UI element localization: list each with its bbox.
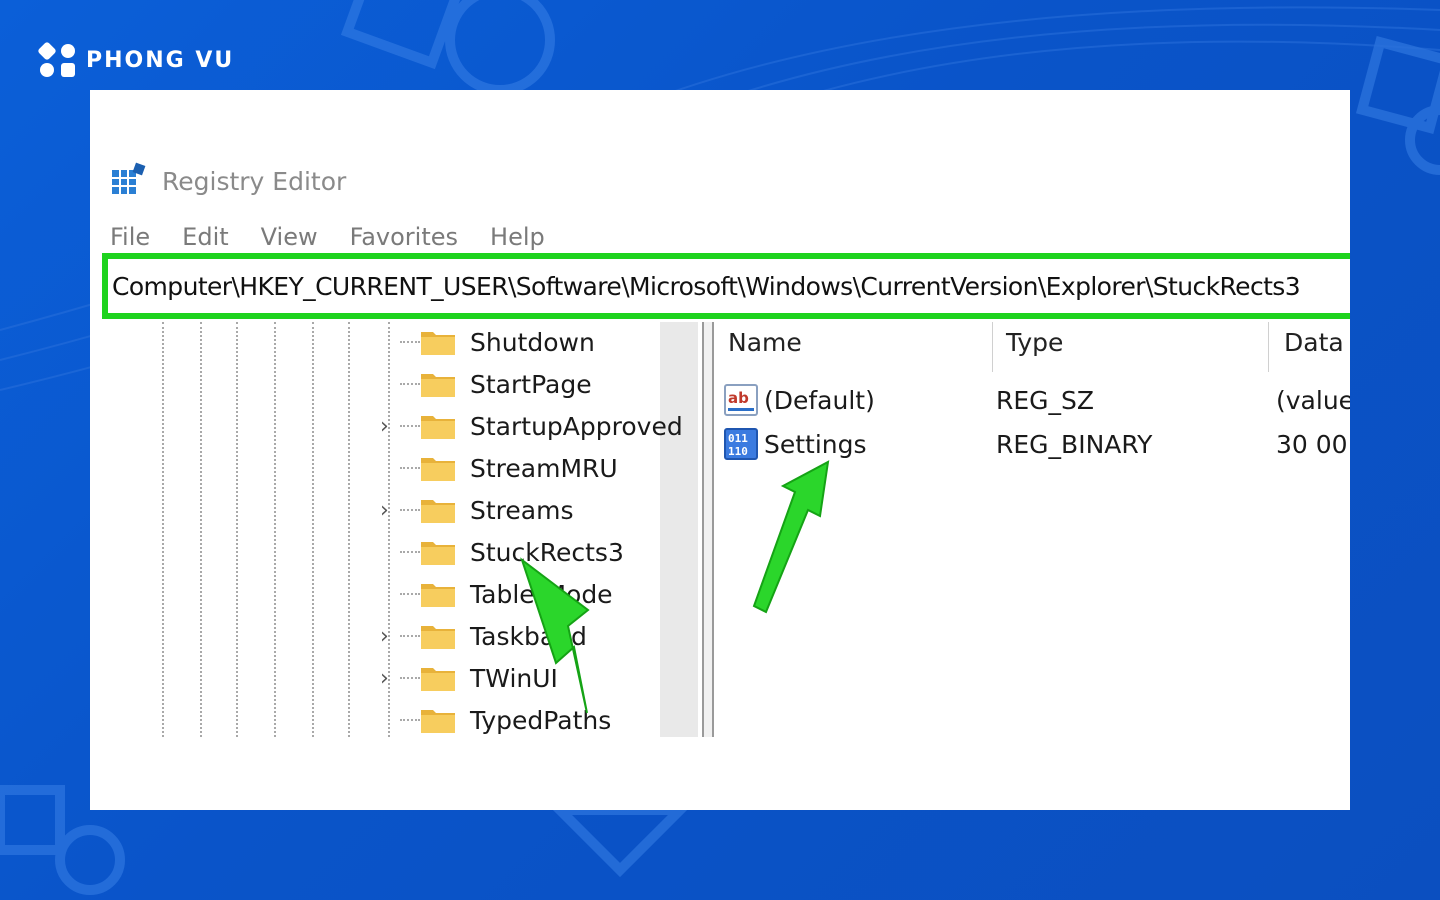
tree-connector	[400, 509, 420, 511]
menu-edit[interactable]: Edit	[182, 223, 228, 251]
binary-value-icon: 011 110	[724, 428, 758, 460]
menu-view[interactable]: View	[261, 223, 318, 251]
tree-guide-line	[162, 322, 164, 737]
chevron-right-icon[interactable]: ›	[380, 624, 400, 649]
window-title: Registry Editor	[162, 167, 347, 196]
key-tree-pane[interactable]: Shutdown StartPage › StartupApproved StreamM…	[90, 322, 700, 737]
menu-bar: File Edit View Favorites Help	[110, 223, 545, 251]
address-bar[interactable]: Computer\HKEY_CURRENT_USER\Software\Micr…	[102, 253, 1350, 319]
svg-text:110: 110	[728, 445, 748, 458]
brand-name: PHONG VU	[86, 47, 235, 73]
tree-connector	[400, 677, 420, 679]
tree-item-label: TWinUI	[470, 663, 558, 693]
tree-scrollbar[interactable]	[660, 322, 698, 737]
tree-guide-line	[274, 322, 276, 737]
chevron-right-icon[interactable]: ›	[380, 414, 400, 439]
value-type: REG_BINARY	[996, 429, 1153, 459]
folder-icon	[420, 580, 456, 608]
tree-item[interactable]: StreamMRU	[380, 448, 624, 488]
tree-connector	[400, 467, 420, 469]
window-title-bar: Registry Editor	[110, 162, 346, 201]
tree-item-label: Taskband	[470, 621, 587, 651]
tree-item-label: TypedPaths	[470, 705, 612, 735]
svg-text:ab: ab	[728, 389, 749, 407]
chevron-right-icon[interactable]: ›	[380, 666, 400, 691]
values-pane[interactable]: Name Type Data ab (Default) REG_SZ (valu…	[716, 322, 1350, 737]
svg-text:011: 011	[728, 432, 748, 445]
folder-icon	[420, 706, 456, 734]
tree-connector	[400, 341, 420, 343]
menu-help[interactable]: Help	[490, 223, 545, 251]
tree-item[interactable]: Shutdown	[380, 322, 601, 362]
brand-logo-icon	[38, 42, 78, 78]
value-data: 30 00	[1276, 429, 1348, 459]
address-path[interactable]: Computer\HKEY_CURRENT_USER\Software\Micr…	[108, 272, 1301, 301]
folder-icon	[420, 622, 456, 650]
tree-item-label: StuckRects3	[470, 537, 624, 567]
tree-connector	[400, 425, 420, 427]
column-header-type[interactable]: Type	[1006, 328, 1063, 368]
folder-icon	[420, 454, 456, 482]
column-header-data[interactable]: Data	[1284, 328, 1344, 368]
value-row[interactable]: 011 110 Settings REG_BINARY 30 00	[724, 424, 1350, 464]
tree-item[interactable]: StuckRects3	[380, 530, 630, 574]
folder-icon	[420, 328, 456, 356]
tree-item-label: StartupApproved	[470, 411, 683, 441]
registry-editor-icon	[110, 162, 148, 201]
tree-connector	[400, 719, 420, 721]
tree-connector	[400, 383, 420, 385]
folder-icon	[420, 664, 456, 692]
tree-item-label: Streams	[470, 495, 574, 525]
tree-item[interactable]: TabletMode	[380, 574, 619, 614]
tree-connector	[400, 593, 420, 595]
brand-logo: PHONG VU	[38, 42, 234, 78]
chevron-right-icon[interactable]: ›	[380, 498, 400, 523]
tree-item[interactable]: › Streams	[380, 490, 579, 530]
tree-item[interactable]: StartPage	[380, 364, 598, 404]
tree-connector	[400, 635, 420, 637]
value-data: (value	[1276, 385, 1350, 415]
column-separator[interactable]	[992, 322, 993, 372]
tree-connector	[400, 551, 420, 553]
tree-item-label: TabletMode	[470, 579, 613, 609]
string-value-icon: ab	[724, 384, 758, 416]
tree-item[interactable]: TypedPaths	[380, 700, 617, 740]
column-separator[interactable]	[1268, 322, 1269, 372]
tree-guide-line	[236, 322, 238, 737]
folder-icon	[420, 538, 456, 566]
value-type: REG_SZ	[996, 385, 1095, 415]
tree-item[interactable]: › TWinUI	[380, 658, 564, 698]
tree-guide-line	[348, 322, 350, 737]
folder-icon	[420, 496, 456, 524]
menu-file[interactable]: File	[110, 223, 150, 251]
folder-icon	[420, 370, 456, 398]
tree-item-label: StartPage	[470, 369, 592, 399]
column-header-name[interactable]: Name	[728, 328, 802, 368]
tree-item[interactable]: › Taskband	[380, 616, 593, 656]
value-name: Settings	[764, 429, 867, 459]
tree-item-label: Shutdown	[470, 327, 595, 357]
tree-item-label: StreamMRU	[470, 453, 618, 483]
tree-guide-line	[200, 322, 202, 737]
screenshot-card: Registry Editor File Edit View Favorites…	[90, 90, 1350, 810]
value-row[interactable]: ab (Default) REG_SZ (value	[724, 380, 1350, 420]
tree-item[interactable]: › StartupApproved	[380, 406, 689, 446]
menu-favorites[interactable]: Favorites	[350, 223, 458, 251]
value-name: (Default)	[764, 385, 875, 415]
pane-splitter[interactable]	[702, 322, 714, 737]
folder-icon	[420, 412, 456, 440]
tree-guide-line	[312, 322, 314, 737]
